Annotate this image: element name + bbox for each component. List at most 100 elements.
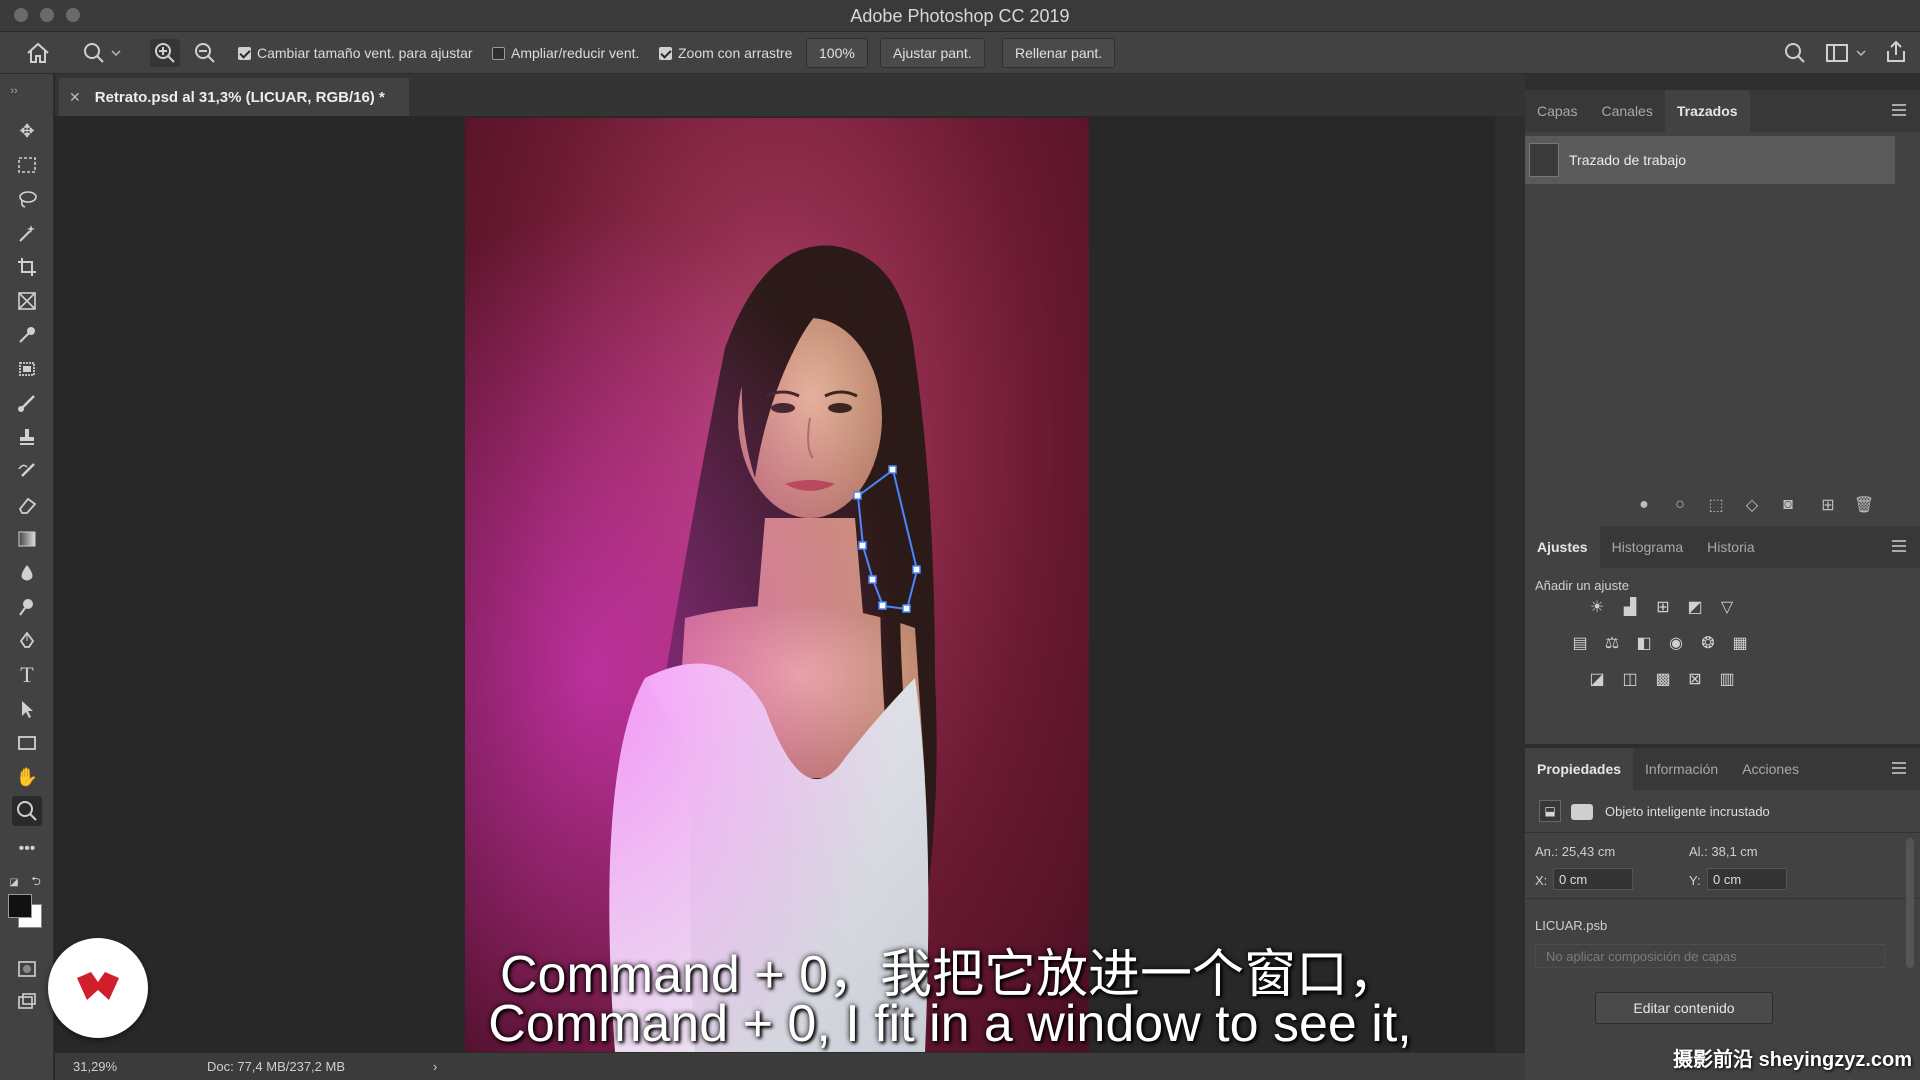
tab-histogram[interactable]: Histograma (1600, 526, 1696, 568)
history-brush-tool-icon[interactable] (12, 456, 42, 486)
move-tool-icon[interactable]: ✥ (12, 116, 42, 146)
marquee-tool-icon[interactable] (12, 150, 42, 180)
type-tool-icon[interactable]: T (12, 660, 42, 690)
y-position-field[interactable]: 0 cm (1707, 868, 1787, 890)
paths-panel-footer: ● ○ ⬚ ◇ ◙ ⊞ 🗑 (1525, 490, 1895, 520)
exposure-icon[interactable]: ◩ (1683, 596, 1707, 618)
gradient-tool-icon[interactable] (12, 524, 42, 554)
edit-toolbar-icon[interactable]: ••• (12, 834, 42, 864)
add-adjustment-label: Añadir un ajuste (1535, 578, 1629, 593)
share-icon[interactable] (1882, 39, 1910, 65)
invert-icon[interactable]: ◪ (1585, 668, 1609, 690)
panel-menu-icon[interactable] (1892, 540, 1906, 552)
zoom-level-readout[interactable]: 31,29% (73, 1059, 117, 1074)
make-work-path-icon[interactable]: ◇ (1741, 494, 1763, 516)
black-white-icon[interactable]: ◧ (1632, 632, 1656, 654)
fit-screen-button[interactable]: Ajustar pant. (880, 38, 985, 68)
properties-scrollbar[interactable] (1906, 838, 1914, 968)
workspace-switcher-icon[interactable] (1824, 41, 1870, 65)
lasso-tool-icon[interactable] (12, 184, 42, 214)
path-selection-tool-icon[interactable] (12, 694, 42, 724)
fill-path-icon[interactable]: ● (1633, 494, 1655, 516)
tab-layers[interactable]: Capas (1525, 90, 1589, 132)
close-document-icon[interactable]: ✕ (69, 89, 81, 106)
hue-saturation-icon[interactable]: ▤ (1568, 632, 1592, 654)
vibrance-icon[interactable]: ▽ (1715, 596, 1739, 618)
color-balance-icon[interactable]: ⚖ (1600, 632, 1624, 654)
delete-path-icon[interactable]: 🗑 (1853, 494, 1875, 516)
properties-panel-tabs: Propiedades Información Acciones (1525, 748, 1920, 790)
adjustments-panel-tabs: Ajustes Histograma Historia (1525, 526, 1920, 568)
photo-filter-icon[interactable]: ◉ (1664, 632, 1688, 654)
rectangle-tool-icon[interactable] (12, 728, 42, 758)
panel-menu-icon[interactable] (1892, 104, 1906, 116)
smart-object-link-icon[interactable]: ⬓ (1539, 800, 1561, 822)
gradient-map-icon[interactable]: ▥ (1715, 668, 1739, 690)
work-path-row[interactable]: Trazado de trabajo (1525, 136, 1895, 184)
resize-windows-to-fit-option[interactable]: Cambiar tamaño vent. para ajustar (238, 32, 473, 74)
tab-history[interactable]: Historia (1695, 526, 1766, 568)
width-readout: An.: 25,43 cm (1535, 844, 1616, 859)
clone-stamp-tool-icon[interactable] (12, 422, 42, 452)
blur-tool-icon[interactable] (12, 558, 42, 588)
brush-tool-icon[interactable] (12, 388, 42, 418)
levels-icon[interactable]: ▟ (1618, 596, 1642, 618)
zoom-tool-preset-picker[interactable] (80, 40, 124, 66)
magic-wand-tool-icon[interactable] (12, 218, 42, 248)
checkbox-checked-icon[interactable] (238, 46, 251, 60)
curves-icon[interactable]: ⊞ (1651, 596, 1675, 618)
threshold-icon[interactable]: ▩ (1651, 668, 1675, 690)
tab-paths[interactable]: Trazados (1664, 90, 1750, 132)
checkbox-unchecked-icon[interactable] (492, 46, 505, 60)
posterize-icon[interactable]: ◫ (1618, 668, 1642, 690)
color-lookup-icon[interactable]: ▦ (1728, 632, 1752, 654)
tab-channels[interactable]: Canales (1589, 90, 1664, 132)
frame-tool-icon[interactable] (12, 286, 42, 316)
collapse-toolbar-icon[interactable]: ›› (4, 84, 24, 98)
x-position-field[interactable]: 0 cm (1553, 868, 1633, 890)
tab-properties[interactable]: Propiedades (1525, 748, 1634, 790)
dodge-tool-icon[interactable] (12, 592, 42, 622)
hand-tool-icon[interactable]: ✋ (12, 762, 42, 792)
panel-menu-icon[interactable] (1892, 762, 1906, 774)
brightness-contrast-icon[interactable]: ☀ (1585, 596, 1609, 618)
foreground-color-swatch[interactable] (8, 894, 32, 918)
load-as-selection-icon[interactable]: ⬚ (1705, 494, 1727, 516)
new-path-icon[interactable]: ⊞ (1817, 494, 1839, 516)
zoom-100-button[interactable]: 100% (806, 38, 868, 68)
linked-file-name: LICUAR.psb (1535, 918, 1608, 933)
eraser-tool-icon[interactable] (12, 490, 42, 520)
zoom-100-item[interactable]: 100% (806, 32, 868, 74)
document-canvas-image[interactable] (465, 118, 1089, 1052)
title-bar: Adobe Photoshop CC 2019 (0, 0, 1920, 32)
channel-mixer-icon[interactable]: ❂ (1696, 632, 1720, 654)
zoom-out-icon[interactable] (190, 39, 220, 67)
document-tab[interactable]: ✕ Retrato.psd al 31,3% (LICUAR, RGB/16) … (59, 78, 409, 116)
swap-colors-icon[interactable]: ⮌ (28, 874, 44, 890)
crop-tool-icon[interactable] (12, 252, 42, 282)
fit-screen-item[interactable]: Ajustar pant. (880, 32, 985, 74)
spot-healing-tool-icon[interactable] (12, 354, 42, 384)
fill-screen-item[interactable]: Rellenar pant. (1002, 32, 1116, 74)
tab-adjustments[interactable]: Ajustes (1525, 526, 1600, 568)
scrubby-zoom-option[interactable]: Zoom con arrastre (659, 32, 792, 74)
default-colors-icon[interactable]: ◪ (6, 874, 22, 890)
selective-color-icon[interactable]: ⊠ (1683, 668, 1707, 690)
status-menu-arrow[interactable]: › (433, 1059, 437, 1074)
tab-actions[interactable]: Acciones (1730, 748, 1811, 790)
pen-tool-icon[interactable] (12, 626, 42, 656)
zoom-in-icon[interactable] (150, 39, 180, 67)
fill-screen-button[interactable]: Rellenar pant. (1002, 38, 1116, 68)
zoom-all-windows-option[interactable]: Ampliar/reducir vent. (492, 32, 639, 74)
stroke-path-icon[interactable]: ○ (1669, 494, 1691, 516)
home-icon[interactable] (24, 41, 52, 65)
path-thumbnail (1529, 143, 1559, 177)
zoom-tool-icon[interactable] (12, 796, 42, 826)
eyedropper-tool-icon[interactable] (12, 320, 42, 350)
add-mask-icon[interactable]: ◙ (1777, 494, 1799, 516)
search-icon[interactable] (1782, 41, 1808, 65)
tab-info[interactable]: Información (1633, 748, 1730, 790)
checkbox-checked-icon[interactable] (659, 46, 672, 60)
status-bar: 31,29% Doc: 77,4 MB/237,2 MB › (55, 1052, 1525, 1080)
vertical-scrollbar[interactable] (1495, 116, 1525, 1052)
